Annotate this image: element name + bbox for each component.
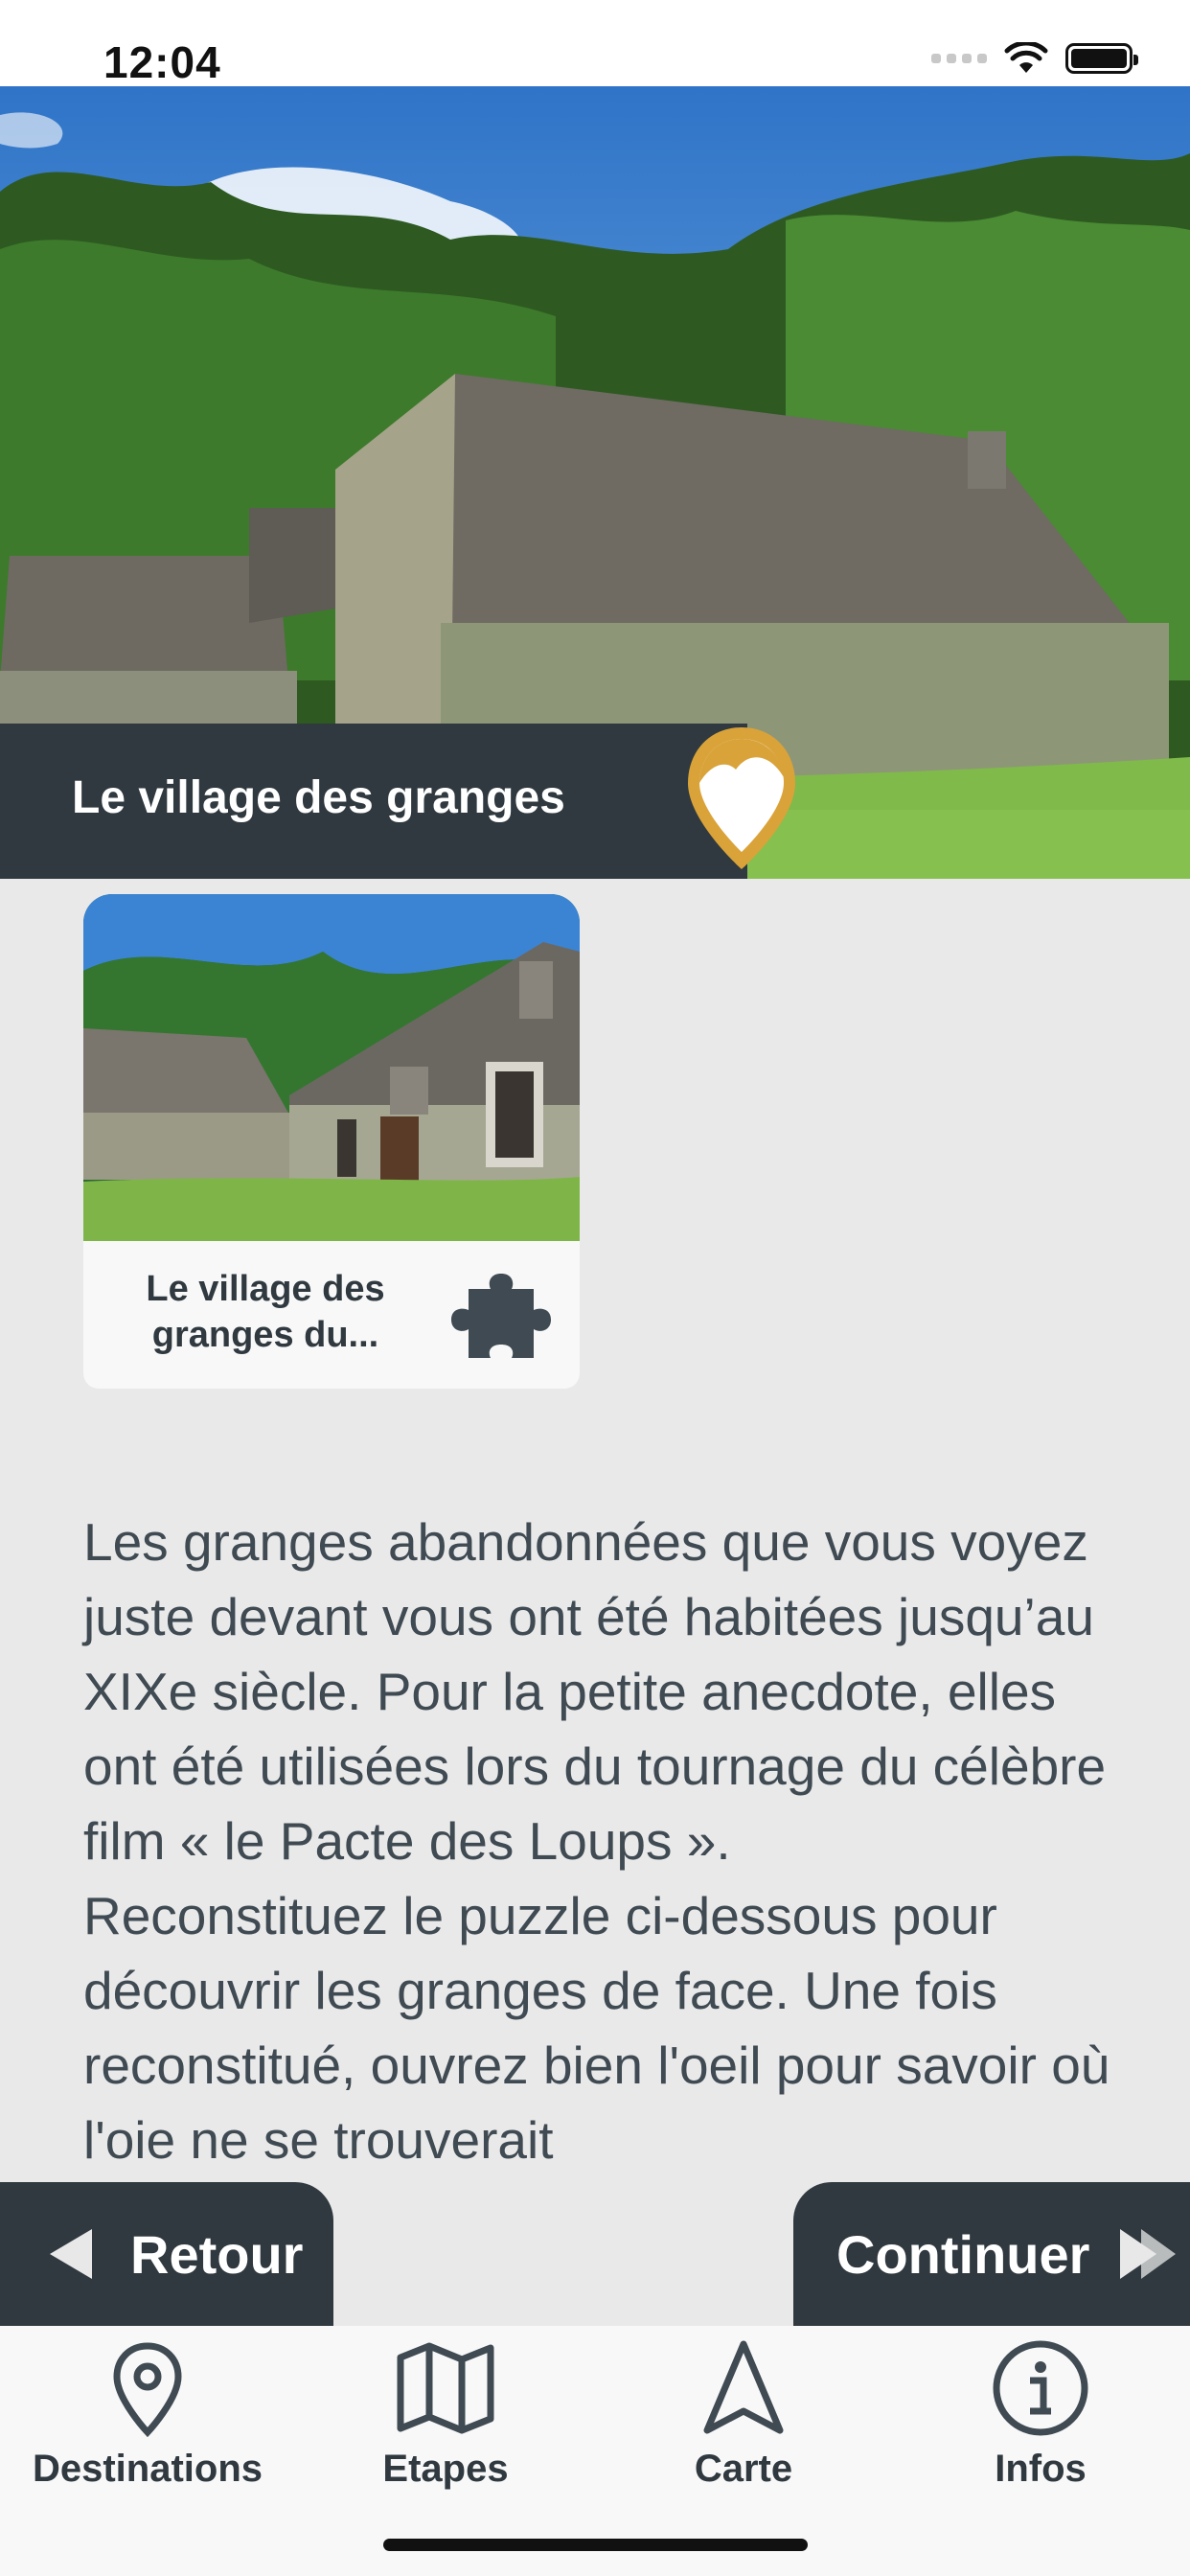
tab-infos[interactable]: Infos bbox=[916, 2338, 1165, 2491]
location-pin-icon bbox=[113, 2342, 182, 2438]
arrow-left-icon bbox=[50, 2229, 92, 2279]
back-button-label: Retour bbox=[130, 2223, 304, 2285]
status-time: 12:04 bbox=[103, 37, 221, 87]
continue-button[interactable]: Continuer bbox=[793, 2182, 1190, 2326]
info-icon bbox=[993, 2340, 1088, 2436]
back-button[interactable]: Retour bbox=[0, 2182, 333, 2326]
continue-button-label: Continuer bbox=[836, 2223, 1090, 2285]
card-title: Le village des granges du... bbox=[146, 1269, 385, 1355]
mountain-pin-icon bbox=[688, 727, 795, 869]
map-icon bbox=[397, 2342, 494, 2434]
home-indicator bbox=[383, 2539, 808, 2551]
tab-label: Infos bbox=[995, 2448, 1087, 2490]
tab-carte[interactable]: Carte bbox=[619, 2338, 868, 2491]
status-bar: 12:04 bbox=[0, 0, 1190, 87]
signal-icon bbox=[931, 54, 987, 63]
wifi-icon bbox=[1004, 42, 1048, 73]
status-icons bbox=[931, 42, 1138, 75]
tab-destinations[interactable]: Destinations bbox=[23, 2338, 272, 2491]
description-text: Les granges abandonnées que vous voyez j… bbox=[83, 1505, 1118, 2177]
tab-label: Destinations bbox=[32, 2448, 263, 2490]
puzzle-card[interactable]: Le village des granges du... bbox=[83, 894, 580, 1389]
description-paragraph: Reconstituez le puzzle ci-dessous pour d… bbox=[83, 1886, 1110, 2170]
tab-etapes[interactable]: Etapes bbox=[321, 2338, 570, 2491]
tab-label: Etapes bbox=[382, 2448, 509, 2490]
description-paragraph: Les granges abandonnées que vous voyez j… bbox=[83, 1512, 1107, 1871]
navigation-arrow-icon bbox=[703, 2340, 784, 2434]
tab-label: Carte bbox=[694, 2448, 793, 2490]
page-title: Le village des granges bbox=[72, 772, 565, 823]
arrow-right-double-icon bbox=[1120, 2229, 1177, 2279]
card-image bbox=[83, 894, 580, 1241]
puzzle-icon bbox=[451, 1274, 551, 1358]
battery-icon bbox=[1065, 43, 1138, 74]
